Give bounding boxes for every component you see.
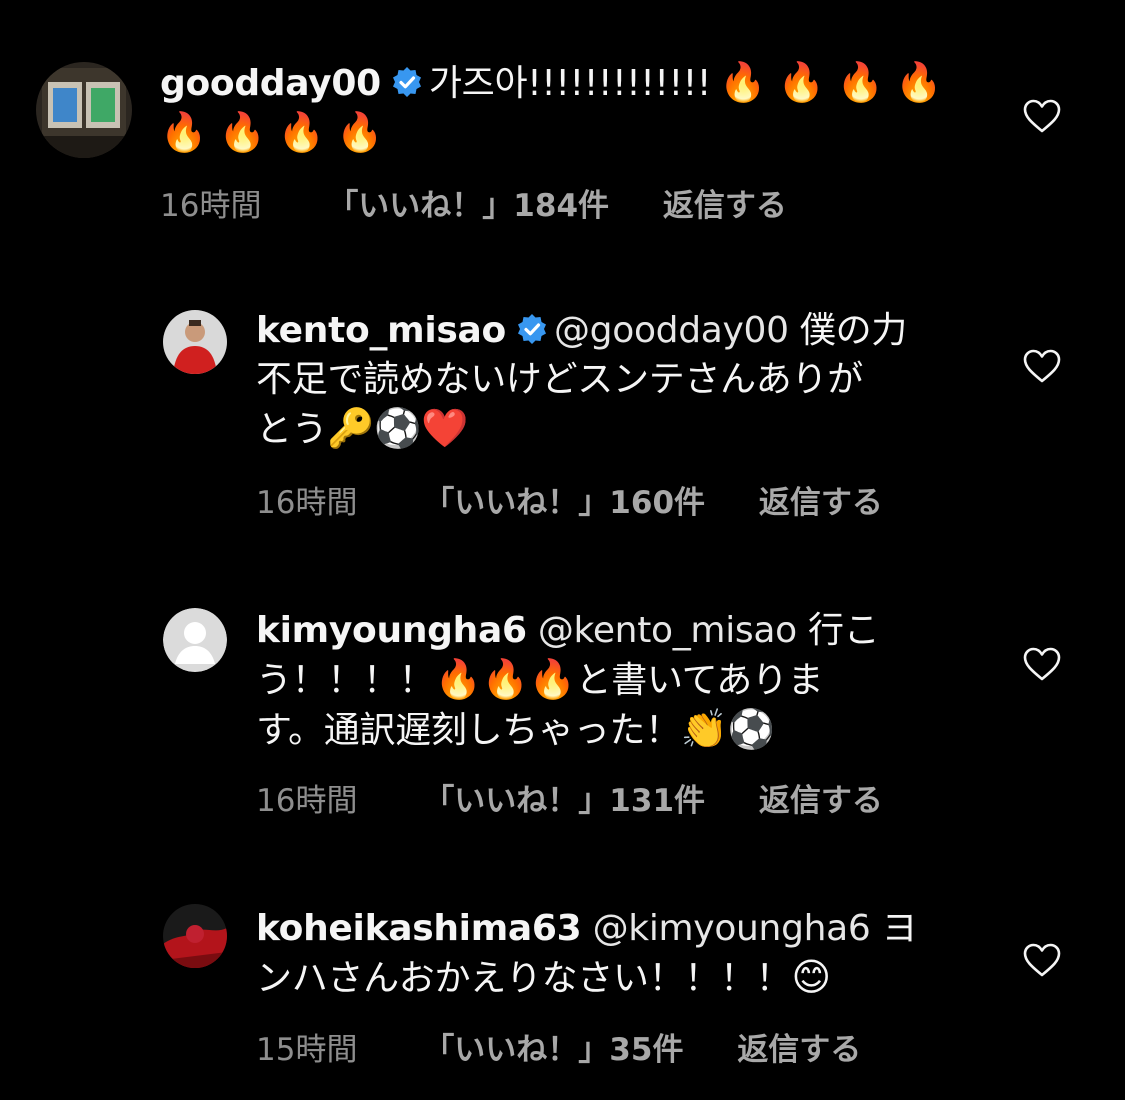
like-button[interactable] — [1022, 942, 1062, 978]
comment-kento-misao: kento_misao @goodday00 僕の力 不足で読めないけどスンテさん… — [0, 290, 1125, 540]
comment-time: 16時間 — [160, 188, 262, 224]
comment-text: 僕の力 — [799, 310, 908, 351]
heart-outline-icon — [1023, 349, 1061, 383]
avatar[interactable] — [36, 62, 132, 158]
comment-likes[interactable]: 「いいね！」160件 — [423, 485, 705, 521]
comment-username[interactable]: kimyoungha6 — [256, 610, 527, 651]
comment-time: 15時間 — [256, 1032, 358, 1068]
comment-text: す。通訳遅刻しちゃった！ — [256, 710, 681, 751]
heart-outline-icon — [1023, 647, 1061, 681]
like-button[interactable] — [1022, 98, 1062, 134]
comment-username[interactable]: kento_misao — [256, 310, 506, 351]
comment-username[interactable]: koheikashima63 — [256, 908, 582, 949]
fire-emoji: 🔥🔥🔥 — [434, 657, 576, 701]
avatar-image — [163, 904, 227, 968]
comment-goodday00: goodday00 가즈아!!!!!!!!!!!!! 🔥 🔥 🔥 🔥 🔥 🔥 🔥 🔥… — [0, 0, 1125, 260]
comment-koheikashima63: koheikashima63 @kimyoungha6 ヨ ンハさんおかえりなさ… — [0, 888, 1125, 1088]
comment-text: ンハさんおかえりなさい！！！！ — [256, 958, 792, 999]
comment-text: 가즈아!!!!!!!!!!!!! — [428, 63, 711, 104]
smile-emoji: 😊 — [791, 955, 832, 999]
heart-outline-icon — [1023, 99, 1061, 133]
avatar[interactable] — [163, 608, 227, 672]
reply-button[interactable]: 返信する — [759, 783, 883, 819]
avatar[interactable] — [163, 310, 227, 374]
mention-link[interactable]: @kento_misao — [538, 610, 797, 651]
heart-outline-icon — [1023, 943, 1061, 977]
comment-text: とう — [256, 409, 328, 450]
comment-time: 16時間 — [256, 485, 358, 521]
verified-badge-icon — [392, 67, 421, 97]
mention-link[interactable]: @kimyoungha6 — [593, 908, 871, 949]
clap-soccer-emoji: 👏⚽ — [680, 707, 775, 751]
verified-badge-icon — [517, 314, 546, 344]
comment-likes[interactable]: 「いいね！」131件 — [423, 783, 705, 819]
avatar-image — [163, 310, 227, 374]
reply-button[interactable]: 返信する — [737, 1032, 861, 1068]
reply-button[interactable]: 返信する — [663, 188, 787, 224]
comment-likes[interactable]: 「いいね！」184件 — [327, 188, 609, 224]
fire-emoji: 🔥 🔥 🔥 🔥 — [719, 60, 943, 104]
mention-link[interactable]: @goodday00 — [554, 310, 789, 351]
like-button[interactable] — [1022, 646, 1062, 682]
reply-button[interactable]: 返信する — [759, 485, 883, 521]
comment-kimyoungha6: kimyoungha6 @kento_misao 行こ う！！！！🔥🔥🔥と書いて… — [0, 590, 1125, 840]
comment-likes[interactable]: 「いいね！」35件 — [423, 1032, 683, 1068]
comment-text: 行こ — [808, 610, 880, 651]
comment-text: 不足で読めないけどスンテさんありが — [256, 359, 863, 400]
like-button[interactable] — [1022, 348, 1062, 384]
comment-text: う！！！！ — [256, 660, 435, 701]
key-soccer-heart-emoji: 🔑⚽❤️ — [327, 406, 469, 450]
comment-text: と書いてありま — [575, 660, 824, 701]
avatar[interactable] — [163, 904, 227, 968]
fire-emoji: 🔥 🔥 🔥 🔥 — [160, 110, 384, 154]
avatar-image — [36, 62, 132, 158]
comment-username[interactable]: goodday00 — [160, 63, 381, 104]
default-avatar-icon — [163, 608, 227, 672]
comment-text: ヨ — [881, 908, 918, 949]
comment-time: 16時間 — [256, 783, 358, 819]
